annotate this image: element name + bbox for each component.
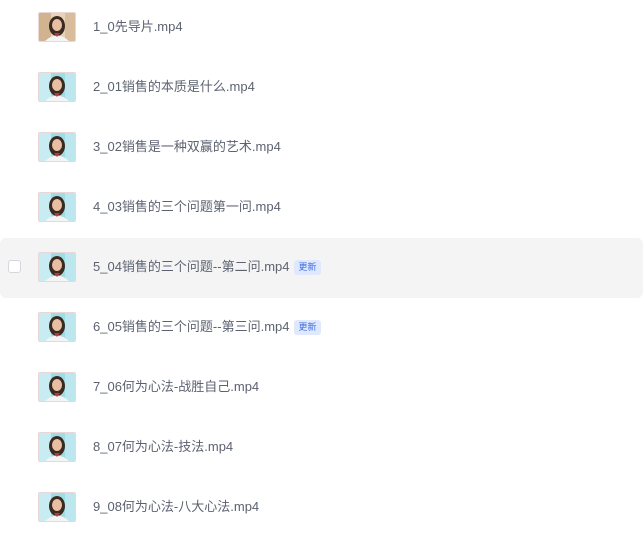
file-name-cell: 7_06何为心法-战胜自己.mp4 <box>93 379 259 395</box>
file-name-cell: 5_04销售的三个问题--第二问.mp4 更新 <box>93 259 321 275</box>
file-name[interactable]: 3_02销售是一种双赢的艺术.mp4 <box>93 139 281 155</box>
file-name[interactable]: 2_01销售的本质是什么.mp4 <box>93 79 255 95</box>
file-name-cell: 8_07何为心法-技法.mp4 <box>93 439 233 455</box>
video-thumbnail <box>38 192 76 222</box>
file-name[interactable]: 9_08何为心法-八大心法.mp4 <box>93 499 259 515</box>
file-row[interactable]: 5_04销售的三个问题--第二问.mp4 更新 <box>0 238 643 298</box>
file-name[interactable]: 6_05销售的三个问题--第三问.mp4 <box>93 319 289 335</box>
file-row[interactable]: 4_03销售的三个问题第一问.mp4 <box>0 178 643 238</box>
file-row[interactable]: 6_05销售的三个问题--第三问.mp4 更新 <box>0 298 643 358</box>
file-name-cell: 3_02销售是一种双赢的艺术.mp4 <box>93 139 281 155</box>
video-thumbnail <box>38 252 76 282</box>
file-name[interactable]: 4_03销售的三个问题第一问.mp4 <box>93 199 281 215</box>
file-name[interactable]: 1_0先导片.mp4 <box>93 19 183 35</box>
file-name[interactable]: 8_07何为心法-技法.mp4 <box>93 439 233 455</box>
file-list: 1_0先导片.mp4 2_01销售的本质是什么.mp4 3_02销售是一种双赢的… <box>0 0 643 538</box>
video-thumbnail <box>38 12 76 42</box>
file-row[interactable]: 9_08何为心法-八大心法.mp4 <box>0 478 643 538</box>
updated-badge: 更新 <box>294 259 321 275</box>
file-name-cell: 6_05销售的三个问题--第三问.mp4 更新 <box>93 319 321 335</box>
file-name-cell: 1_0先导片.mp4 <box>93 19 183 35</box>
video-thumbnail <box>38 72 76 102</box>
file-row[interactable]: 8_07何为心法-技法.mp4 <box>0 418 643 478</box>
file-row[interactable]: 7_06何为心法-战胜自己.mp4 <box>0 358 643 418</box>
row-checkbox[interactable] <box>8 260 21 273</box>
file-row[interactable]: 1_0先导片.mp4 <box>0 0 643 58</box>
file-name[interactable]: 5_04销售的三个问题--第二问.mp4 <box>93 259 289 275</box>
video-thumbnail <box>38 312 76 342</box>
file-name-cell: 4_03销售的三个问题第一问.mp4 <box>93 199 281 215</box>
file-row[interactable]: 2_01销售的本质是什么.mp4 <box>0 58 643 118</box>
video-thumbnail <box>38 492 76 522</box>
file-row[interactable]: 3_02销售是一种双赢的艺术.mp4 <box>0 118 643 178</box>
video-thumbnail <box>38 432 76 462</box>
file-name-cell: 2_01销售的本质是什么.mp4 <box>93 79 255 95</box>
video-thumbnail <box>38 132 76 162</box>
file-name[interactable]: 7_06何为心法-战胜自己.mp4 <box>93 379 259 395</box>
video-thumbnail <box>38 372 76 402</box>
file-name-cell: 9_08何为心法-八大心法.mp4 <box>93 499 259 515</box>
updated-badge: 更新 <box>294 319 321 335</box>
